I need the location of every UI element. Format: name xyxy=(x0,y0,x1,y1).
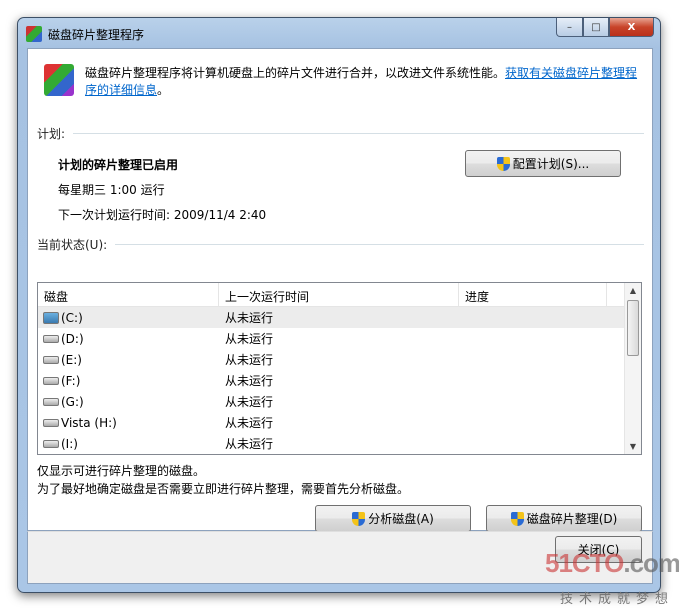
note-analyze-first: 为了最好地确定磁盘是否需要立即进行碎片整理，需要首先分析磁盘。 xyxy=(37,482,410,496)
main-panel: 磁盘碎片整理程序将计算机硬盘上的碎片文件进行合并，以改进文件系统性能。获取有关磁… xyxy=(27,48,653,532)
column-disk[interactable]: 磁盘 xyxy=(38,283,219,306)
hard-drive-icon xyxy=(43,439,59,448)
scroll-down-icon[interactable]: ▼ xyxy=(625,442,641,451)
disk-name: (F:) xyxy=(61,373,81,388)
last-run-cell: 从未运行 xyxy=(225,416,274,430)
watermark-logo: 51CTO.com xyxy=(545,548,679,578)
last-run-cell: 从未运行 xyxy=(225,332,274,346)
disk-row[interactable]: (F:) 从未运行 xyxy=(38,370,641,391)
disk-row[interactable]: (G:) 从未运行 xyxy=(38,391,641,412)
disk-name: (D:) xyxy=(61,331,84,346)
maximize-button[interactable]: □ xyxy=(583,18,609,37)
hard-drive-icon xyxy=(43,376,59,385)
disk-name: (I:) xyxy=(61,436,78,451)
disk-name-cell: (I:) xyxy=(38,437,219,451)
last-run-cell: 从未运行 xyxy=(225,353,274,367)
schedule-section-header: 计划: xyxy=(37,125,644,142)
hard-drive-icon xyxy=(43,418,59,427)
defragment-disk-label: 磁盘碎片整理(D) xyxy=(526,512,618,526)
disk-name: Vista (H:) xyxy=(61,415,117,430)
defrag-app-icon xyxy=(26,26,42,42)
disk-row[interactable]: (C:) 从未运行 xyxy=(38,307,641,328)
intro-end: 。 xyxy=(157,83,170,97)
disk-row[interactable]: (I:) 从未运行 xyxy=(38,433,641,454)
disk-name-cell: (E:) xyxy=(38,353,219,367)
disk-name: (G:) xyxy=(61,394,84,409)
disk-name-cell: (D:) xyxy=(38,332,219,346)
schedule-frequency: 每星期三 1:00 运行 xyxy=(58,183,165,197)
hard-drive-icon xyxy=(43,334,59,343)
hard-drive-icon xyxy=(43,355,59,364)
disk-name-cell: Vista (H:) xyxy=(38,416,219,430)
note-defrag-disks: 仅显示可进行碎片整理的磁盘。 xyxy=(37,464,206,478)
schedule-status: 计划的碎片整理已启用 xyxy=(58,158,179,172)
disk-name-cell: (G:) xyxy=(38,395,219,409)
last-run-cell: 从未运行 xyxy=(225,437,274,451)
schedule-label: 计划: xyxy=(37,127,66,141)
scroll-thumb[interactable] xyxy=(627,300,639,356)
hard-drive-icon xyxy=(43,397,59,406)
disk-name-cell: (F:) xyxy=(38,374,219,388)
uac-shield-icon xyxy=(352,511,366,526)
disk-list[interactable]: 磁盘 上一次运行时间 进度 (C:) 从未运行 (D:) 从未运行 (E:) 从未运行 (F… xyxy=(37,282,642,455)
title-bar: 磁盘碎片整理程序 xyxy=(26,24,144,44)
disk-row[interactable]: Vista (H:) 从未运行 xyxy=(38,412,641,433)
last-run-cell: 从未运行 xyxy=(225,395,274,409)
uac-shield-icon xyxy=(496,156,510,171)
disk-name-cell: (C:) xyxy=(38,311,219,325)
minimize-button[interactable]: – xyxy=(556,18,583,37)
system-drive-icon xyxy=(43,311,59,324)
intro-text: 磁盘碎片整理程序将计算机硬盘上的碎片文件进行合并，以改进文件系统性能。获取有关磁… xyxy=(85,65,645,99)
defrag-window: 磁盘碎片整理程序 – □ X 磁盘碎片整理程序将计算机硬盘上的碎片文件进行合并，… xyxy=(17,17,661,593)
analyze-disk-label: 分析磁盘(A) xyxy=(368,512,434,526)
window-title: 磁盘碎片整理程序 xyxy=(48,27,145,42)
intro-description: 磁盘碎片整理程序将计算机硬盘上的碎片文件进行合并，以改进文件系统性能。 xyxy=(85,66,506,80)
column-progress[interactable]: 进度 xyxy=(459,283,607,306)
close-window-button[interactable]: X xyxy=(609,18,654,37)
last-run-cell: 从未运行 xyxy=(225,374,274,388)
configure-schedule-button[interactable]: 配置计划(S)... xyxy=(465,150,621,177)
last-run-cell: 从未运行 xyxy=(225,311,274,325)
next-run-time: 下一次计划运行时间: 2009/11/4 2:40 xyxy=(58,208,267,222)
uac-shield-icon xyxy=(510,511,524,526)
defragment-disk-button[interactable]: 磁盘碎片整理(D) xyxy=(486,505,642,532)
disk-row[interactable]: (D:) 从未运行 xyxy=(38,328,641,349)
configure-schedule-label: 配置计划(S)... xyxy=(512,157,590,171)
column-last-run[interactable]: 上一次运行时间 xyxy=(219,283,459,306)
analyze-disk-button[interactable]: 分析磁盘(A) xyxy=(315,505,471,532)
current-status-label: 当前状态(U): xyxy=(37,238,108,252)
disk-name: (E:) xyxy=(61,352,82,367)
scroll-up-icon[interactable]: ▲ xyxy=(625,286,641,295)
scrollbar[interactable]: ▲ ▼ xyxy=(624,283,641,454)
disk-name: (C:) xyxy=(61,310,83,325)
current-status-header: 当前状态(U): xyxy=(37,236,644,253)
disk-list-header: 磁盘 上一次运行时间 进度 xyxy=(38,283,641,307)
disk-row[interactable]: (E:) 从未运行 xyxy=(38,349,641,370)
watermark-slogan: 技术成就梦想 xyxy=(560,592,675,607)
defrag-icon xyxy=(44,64,74,96)
